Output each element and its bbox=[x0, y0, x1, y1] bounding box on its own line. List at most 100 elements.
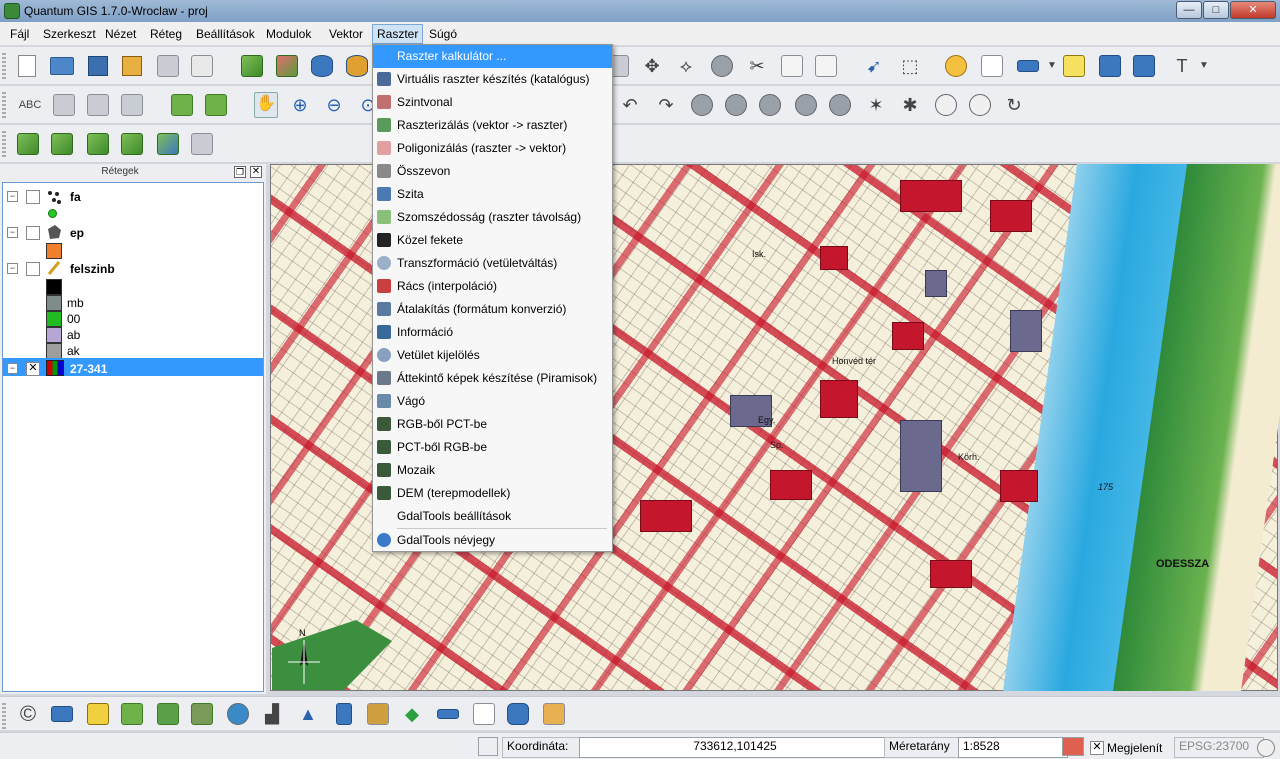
histogram-icon[interactable]: ▟ bbox=[260, 702, 284, 726]
layer-info-icon[interactable] bbox=[50, 132, 74, 156]
menu-file[interactable]: Fájl bbox=[10, 27, 29, 41]
undo-icon[interactable]: ↶ bbox=[618, 93, 642, 117]
coordinate-toggle-icon[interactable] bbox=[478, 737, 498, 756]
menu-polygonize[interactable]: Poligonizálás (raszter -> vektor) bbox=[373, 137, 612, 160]
layer-27-341-name[interactable]: 27-341 bbox=[70, 362, 107, 376]
split-features-icon[interactable]: ✱ bbox=[898, 93, 922, 117]
annotation-dropdown-chevron-down-icon[interactable]: ▼ bbox=[1192, 54, 1216, 78]
globe-icon[interactable] bbox=[226, 702, 250, 726]
menu-near-black[interactable]: Közel fekete bbox=[373, 229, 612, 252]
zoom-out-icon[interactable]: ⊖ bbox=[322, 93, 346, 117]
raster-terrain-icon[interactable] bbox=[366, 702, 390, 726]
transit-plugin-icon[interactable] bbox=[506, 702, 530, 726]
menu-dem[interactable]: DEM (terepmodellek) bbox=[373, 482, 612, 505]
collapse-fa-icon[interactable]: − bbox=[7, 191, 18, 202]
layer-ep-checkbox[interactable] bbox=[26, 226, 40, 240]
menu-gdaltools-about[interactable]: GdalTools névjegy bbox=[373, 529, 612, 552]
coordinate-field[interactable]: 733612,101425 bbox=[579, 737, 891, 758]
copy-features-icon[interactable] bbox=[780, 54, 804, 78]
collapse-ep-icon[interactable]: − bbox=[7, 227, 18, 238]
layers-tree[interactable] bbox=[2, 182, 264, 692]
rotate-point-symbols-icon[interactable]: ↻ bbox=[1002, 93, 1026, 117]
merge-attributes-icon[interactable] bbox=[968, 93, 992, 117]
render-checkbox[interactable]: ✕ bbox=[1090, 741, 1104, 755]
paste-features-icon[interactable] bbox=[814, 54, 838, 78]
menu-plugins[interactable]: Modulok bbox=[266, 27, 311, 41]
stretch-icon[interactable] bbox=[204, 93, 228, 117]
deselect-features-icon[interactable] bbox=[944, 54, 968, 78]
simplify-feature-icon[interactable] bbox=[690, 93, 714, 117]
show-hide-labels-icon[interactable] bbox=[86, 93, 110, 117]
move-label-icon[interactable] bbox=[120, 93, 144, 117]
menu-assign-projection[interactable]: Vetület kijelölés bbox=[373, 344, 612, 367]
identify-icon[interactable]: ➹ bbox=[862, 54, 886, 78]
menu-vector[interactable]: Vektor bbox=[329, 27, 363, 41]
map-tips-icon[interactable] bbox=[1062, 54, 1086, 78]
menu-rasterize[interactable]: Raszterizálás (vektor -> raszter) bbox=[373, 114, 612, 137]
layer-felszinb-name[interactable]: felszinb bbox=[70, 262, 115, 276]
minimize-button[interactable]: — bbox=[1176, 1, 1202, 19]
menu-information[interactable]: Információ bbox=[373, 321, 612, 344]
node-tool-icon[interactable]: ⟡ bbox=[674, 54, 698, 78]
layer-list-icon[interactable] bbox=[190, 132, 214, 156]
menu-pct-to-rgb[interactable]: PCT-ből RGB-be bbox=[373, 436, 612, 459]
menu-layer[interactable]: Réteg bbox=[150, 27, 182, 41]
new-vector-layer-icon[interactable] bbox=[16, 132, 40, 156]
menu-clipper[interactable]: Vágó bbox=[373, 390, 612, 413]
collapse-felszinb-icon[interactable]: − bbox=[7, 263, 18, 274]
print-icon[interactable] bbox=[190, 54, 214, 78]
toolbar-grip[interactable] bbox=[2, 703, 6, 729]
reshape-features-icon[interactable]: ✶ bbox=[864, 93, 888, 117]
layer-ep-name[interactable]: ep bbox=[70, 226, 84, 240]
menu-merge[interactable]: Összevon bbox=[373, 160, 612, 183]
menu-help[interactable]: Súgó bbox=[429, 27, 457, 41]
measure-line-icon[interactable] bbox=[1016, 54, 1040, 78]
add-part-icon[interactable] bbox=[758, 93, 782, 117]
add-raster-layer-icon[interactable] bbox=[275, 54, 299, 78]
open-project-icon[interactable] bbox=[50, 54, 74, 78]
new-bookmark-icon[interactable] bbox=[1098, 54, 1122, 78]
add-vector-layer-icon[interactable] bbox=[240, 54, 264, 78]
toolbar-grip[interactable] bbox=[2, 131, 6, 157]
gps-tools-icon[interactable] bbox=[120, 702, 144, 726]
stop-render-icon[interactable] bbox=[1062, 737, 1084, 756]
vd-plugin-icon[interactable] bbox=[156, 702, 180, 726]
menu-gdaltools-settings[interactable]: GdalTools beállítások bbox=[373, 505, 612, 528]
menu-translate[interactable]: Átalakítás (formátum konverzió) bbox=[373, 298, 612, 321]
layer-fa-checkbox[interactable] bbox=[26, 190, 40, 204]
add-to-overview-icon[interactable] bbox=[156, 132, 180, 156]
scale-bar-icon[interactable] bbox=[50, 702, 74, 726]
menu-edit[interactable]: Szerkeszt bbox=[43, 27, 96, 41]
toolbar-grip[interactable] bbox=[2, 53, 6, 79]
new-project-icon[interactable] bbox=[15, 54, 39, 78]
image-plugin-icon[interactable] bbox=[542, 702, 566, 726]
save-as-icon[interactable] bbox=[120, 54, 144, 78]
redo-icon[interactable]: ↷ bbox=[654, 93, 678, 117]
menu-build-virtual-raster[interactable]: Virtuális raszter készítés (katalógus) bbox=[373, 68, 612, 91]
histogram-stretch-icon[interactable] bbox=[170, 93, 194, 117]
digitize-plugin-icon[interactable]: ◆ bbox=[400, 702, 424, 726]
scale-field[interactable]: 1:8528 bbox=[958, 737, 1068, 758]
remove-layer-icon[interactable] bbox=[120, 132, 144, 156]
menu-raster-calculator[interactable]: Raszter kalkulátor ... bbox=[373, 45, 612, 68]
add-ring-icon[interactable] bbox=[724, 93, 748, 117]
menu-sieve[interactable]: Szita bbox=[373, 183, 612, 206]
show-bookmarks-icon[interactable] bbox=[1132, 54, 1156, 78]
maximize-button[interactable]: □ bbox=[1203, 1, 1229, 19]
menu-tile-index[interactable]: Mozaik bbox=[373, 459, 612, 482]
layer-felszinb-checkbox[interactable] bbox=[26, 262, 40, 276]
crs-status[interactable]: EPSG:23700 bbox=[1174, 737, 1264, 758]
layer-27-341-checkbox[interactable]: ✕ bbox=[26, 362, 40, 376]
menu-contour[interactable]: Szintvonal bbox=[373, 91, 612, 114]
georeferencer-icon[interactable] bbox=[190, 702, 214, 726]
pan-tool-icon[interactable]: ✋ bbox=[254, 92, 278, 118]
database-plugin-icon[interactable] bbox=[332, 702, 356, 726]
save-project-icon[interactable] bbox=[86, 54, 110, 78]
menu-proximity[interactable]: Szomszédosság (raszter távolság) bbox=[373, 206, 612, 229]
delete-part-icon[interactable] bbox=[828, 93, 852, 117]
selected-layer-row[interactable] bbox=[3, 358, 263, 376]
measure-plugin-icon[interactable] bbox=[436, 702, 460, 726]
crs-globe-icon[interactable] bbox=[1257, 739, 1275, 757]
add-postgis-layer-icon[interactable] bbox=[310, 54, 334, 78]
menu-warp[interactable]: Transzformáció (vetületváltás) bbox=[373, 252, 612, 275]
